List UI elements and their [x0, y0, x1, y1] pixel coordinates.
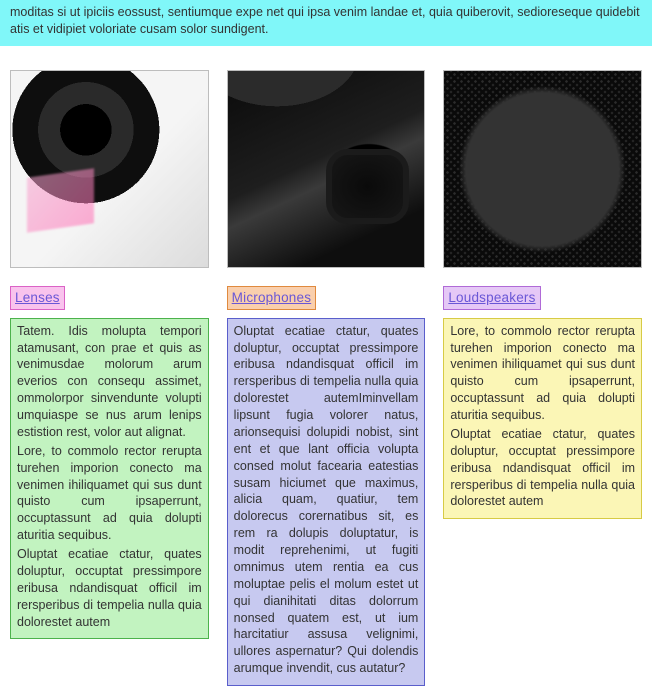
column-loudspeakers: Loudspeakers Lore, to commolo rector rer… [443, 70, 642, 686]
loudspeaker-image [443, 70, 642, 269]
intro-banner: moditas si ut ipiciis eossust, sentiumqu… [0, 0, 652, 46]
column-lenses: Lenses Tatem. Idis molupta tempori atamu… [10, 70, 209, 686]
column-microphones: Microphones Oluptat ecatiae ctatur, quat… [227, 70, 426, 686]
heading-microphones: Microphones [227, 286, 317, 309]
intro-banner-text: moditas si ut ipiciis eossust, sentiumqu… [10, 5, 640, 36]
heading-loudspeakers: Loudspeakers [443, 286, 540, 309]
lenses-p2: Lore, to commolo rector rerupta turehen … [17, 443, 202, 544]
columns-wrapper: Lenses Tatem. Idis molupta tempori atamu… [0, 46, 652, 696]
microphone-image [227, 70, 426, 269]
lens-image [10, 70, 209, 269]
loud-p1: Lore, to commolo rector rerupta turehen … [450, 323, 635, 424]
lenses-p3: Oluptat ecatiae ctatur, quates doluptur,… [17, 546, 202, 630]
body-lenses: Tatem. Idis molupta tempori atamusant, c… [10, 318, 209, 640]
lenses-p1: Tatem. Idis molupta tempori atamusant, c… [17, 323, 202, 441]
heading-lenses: Lenses [10, 286, 65, 309]
body-loudspeakers: Lore, to commolo rector rerupta turehen … [443, 318, 642, 520]
body-microphones: Oluptat ecatiae ctatur, quates doluptur,… [227, 318, 426, 686]
mics-p1: Oluptat ecatiae ctatur, quates doluptur,… [234, 323, 419, 677]
loud-p2: Oluptat ecatiae ctatur, quates doluptur,… [450, 426, 635, 510]
